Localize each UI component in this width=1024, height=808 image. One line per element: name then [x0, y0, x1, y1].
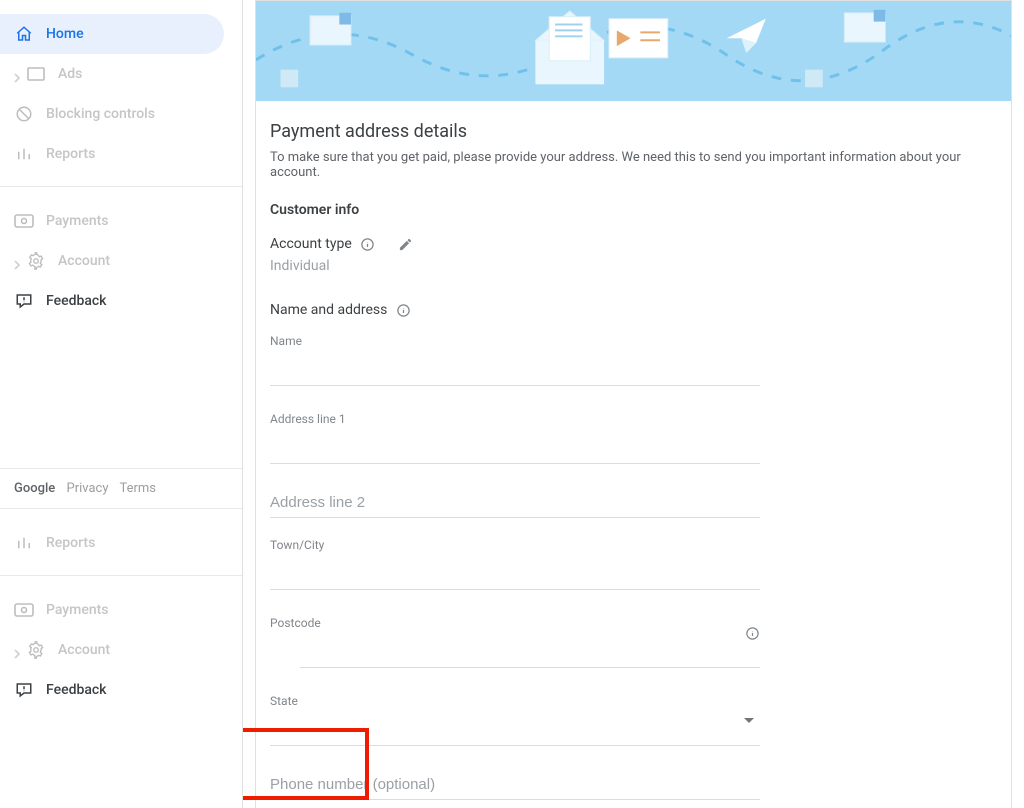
- name-input[interactable]: [270, 358, 760, 386]
- field-label: State: [270, 694, 760, 708]
- field-address1: Address line 1: [270, 412, 760, 464]
- page-subtitle: To make sure that you get paid, please p…: [270, 150, 991, 180]
- payments-icon: [14, 211, 34, 231]
- sidebar-item-label: Reports: [46, 535, 95, 551]
- terms-link[interactable]: Terms: [119, 481, 156, 496]
- sidebar-item-reports-2[interactable]: Reports: [0, 523, 242, 563]
- hero-banner: [256, 1, 1011, 101]
- sidebar-item-label: Account: [58, 253, 110, 269]
- sidebar-item-label: Home: [46, 26, 84, 42]
- address2-input[interactable]: [270, 490, 760, 518]
- phone-input[interactable]: [270, 772, 760, 800]
- account-type-row: Account type: [270, 236, 991, 252]
- field-name: Name: [270, 334, 760, 386]
- field-address2: [270, 490, 760, 518]
- sidebar-item-home[interactable]: Home: [0, 14, 224, 54]
- sidebar-item-label: Feedback: [46, 293, 106, 309]
- account-type-value: Individual: [270, 258, 991, 274]
- chart-bar-icon: [14, 533, 34, 553]
- sidebar-item-label: Account: [58, 642, 110, 658]
- account-type-label: Account type: [270, 236, 352, 252]
- expand-icon: [14, 258, 20, 264]
- footer-links: Google Privacy Terms: [0, 469, 242, 508]
- field-phone: [270, 772, 760, 800]
- sidebar-item-label: Reports: [46, 146, 95, 162]
- info-icon[interactable]: [360, 236, 376, 252]
- address1-input[interactable]: [270, 436, 760, 464]
- field-label: Postcode: [270, 616, 760, 630]
- town-input[interactable]: [270, 562, 760, 590]
- sidebar: Home Ads Blocking controls: [0, 0, 243, 808]
- sidebar-item-feedback[interactable]: Feedback: [0, 281, 242, 321]
- field-state: State: [270, 694, 760, 746]
- section-customer-info: Customer info: [270, 202, 991, 218]
- gear-icon: [26, 251, 46, 271]
- ad-icon: [26, 64, 46, 84]
- block-icon: [14, 104, 34, 124]
- expand-icon: [14, 647, 20, 653]
- sidebar-item-blocking[interactable]: Blocking controls: [0, 94, 242, 134]
- field-postcode: Postcode: [270, 616, 760, 668]
- home-icon: [14, 24, 34, 44]
- postcode-input[interactable]: [300, 640, 760, 668]
- gear-icon: [26, 640, 46, 660]
- sidebar-item-account-2[interactable]: Account: [0, 630, 242, 670]
- main-content: Payment address details To make sure tha…: [243, 0, 1024, 808]
- sidebar-item-label: Blocking controls: [46, 106, 155, 122]
- name-address-label: Name and address: [270, 302, 387, 318]
- sidebar-item-payments[interactable]: Payments: [0, 201, 242, 241]
- info-icon[interactable]: [745, 626, 760, 645]
- payments-icon: [14, 600, 34, 620]
- feedback-icon: [14, 291, 34, 311]
- field-label: Town/City: [270, 538, 760, 552]
- sidebar-item-ads[interactable]: Ads: [0, 54, 242, 94]
- google-logo: Google: [14, 481, 55, 496]
- sidebar-item-feedback-2[interactable]: Feedback: [0, 670, 242, 710]
- name-address-row: Name and address: [270, 302, 991, 318]
- feedback-icon: [14, 680, 34, 700]
- sidebar-item-account[interactable]: Account: [0, 241, 242, 281]
- sidebar-item-label: Feedback: [46, 682, 106, 698]
- state-select[interactable]: [270, 718, 760, 746]
- sidebar-item-reports[interactable]: Reports: [0, 134, 242, 174]
- page-title: Payment address details: [270, 121, 991, 142]
- sidebar-item-label: Payments: [46, 602, 109, 618]
- chart-bar-icon: [14, 144, 34, 164]
- field-town: Town/City: [270, 538, 760, 590]
- chevron-down-icon: [744, 718, 754, 723]
- sidebar-item-payments-2[interactable]: Payments: [0, 590, 242, 630]
- pencil-icon[interactable]: [398, 236, 414, 252]
- privacy-link[interactable]: Privacy: [67, 481, 109, 496]
- sidebar-item-label: Ads: [58, 66, 82, 82]
- expand-icon: [14, 71, 20, 77]
- payment-card: Payment address details To make sure tha…: [255, 0, 1012, 808]
- sidebar-item-label: Payments: [46, 213, 109, 229]
- field-label: Address line 1: [270, 412, 760, 426]
- info-icon[interactable]: [395, 302, 411, 318]
- field-label: Name: [270, 334, 760, 348]
